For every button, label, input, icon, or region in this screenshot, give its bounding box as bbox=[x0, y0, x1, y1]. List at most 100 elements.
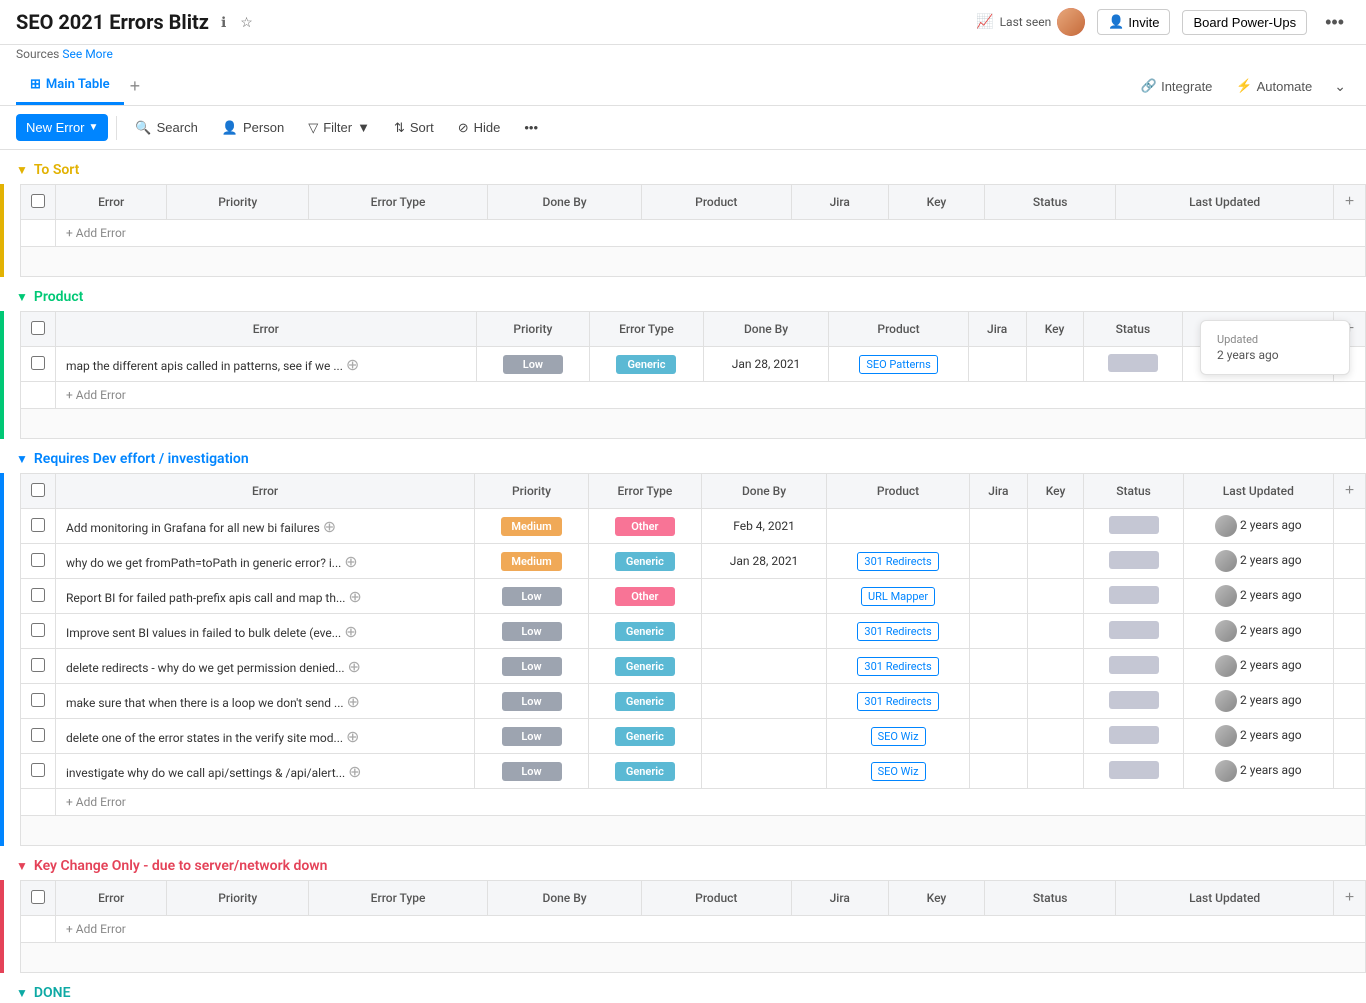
key-cell[interactable] bbox=[1027, 754, 1084, 789]
product-cell[interactable]: 301 Redirects bbox=[827, 544, 970, 579]
hide-button[interactable]: ⊘ Hide bbox=[448, 115, 511, 141]
jira-cell[interactable] bbox=[970, 509, 1028, 544]
add-error-row[interactable]: + Add Error bbox=[21, 789, 1366, 816]
product-link[interactable]: URL Mapper bbox=[861, 587, 935, 606]
priority-cell[interactable]: Low bbox=[475, 614, 589, 649]
group-header-product[interactable]: ▼ Product bbox=[0, 277, 1366, 311]
product-link[interactable]: 301 Redirects bbox=[857, 657, 938, 676]
product-cell[interactable]: URL Mapper bbox=[827, 579, 970, 614]
jira-cell[interactable] bbox=[970, 684, 1028, 719]
product-cell[interactable]: 301 Redirects bbox=[827, 649, 970, 684]
product-cell[interactable] bbox=[827, 509, 970, 544]
add-error-cell[interactable]: + Add Error bbox=[56, 916, 1366, 943]
priority-cell[interactable]: Low bbox=[475, 579, 589, 614]
add-error-row[interactable]: + Add Error bbox=[21, 220, 1366, 247]
error-type-cell[interactable]: Other bbox=[588, 509, 701, 544]
product-link[interactable]: SEO Wiz bbox=[871, 727, 926, 746]
automate-button[interactable]: ⚡ Automate bbox=[1230, 74, 1318, 98]
col-checkbox[interactable] bbox=[21, 881, 56, 916]
jira-cell[interactable] bbox=[970, 649, 1028, 684]
error-cell[interactable]: make sure that when there is a loop we d… bbox=[56, 684, 475, 719]
person-button[interactable]: 👤 Person bbox=[212, 115, 294, 141]
product-link[interactable]: 301 Redirects bbox=[857, 692, 938, 711]
toolbar-more-button[interactable]: ••• bbox=[514, 115, 548, 140]
status-cell[interactable] bbox=[1084, 614, 1183, 649]
product-cell[interactable]: 301 Redirects bbox=[827, 614, 970, 649]
priority-cell[interactable]: Low bbox=[475, 649, 589, 684]
priority-cell[interactable]: Low bbox=[475, 719, 589, 754]
row-add-icon[interactable]: ⊕ bbox=[344, 552, 357, 571]
error-type-cell[interactable]: Generic bbox=[588, 754, 701, 789]
jira-cell[interactable] bbox=[970, 614, 1028, 649]
error-type-cell[interactable]: Generic bbox=[588, 649, 701, 684]
jira-cell[interactable] bbox=[970, 544, 1028, 579]
collapse-button[interactable]: ⌄ bbox=[1330, 74, 1350, 99]
product-link[interactable]: SEO Patterns bbox=[859, 355, 937, 374]
search-button[interactable]: 🔍 Search bbox=[125, 115, 207, 141]
row-add-icon[interactable]: ⊕ bbox=[348, 587, 361, 606]
error-type-cell[interactable]: Other bbox=[588, 579, 701, 614]
row-add-icon[interactable]: ⊕ bbox=[344, 622, 357, 641]
status-cell[interactable] bbox=[1084, 649, 1183, 684]
jira-cell[interactable] bbox=[970, 719, 1028, 754]
status-cell[interactable] bbox=[1084, 544, 1183, 579]
error-cell[interactable]: investigate why do we call api/settings … bbox=[56, 754, 475, 789]
integrate-button[interactable]: 🔗 Integrate bbox=[1135, 74, 1219, 98]
board-powerups-button[interactable]: Board Power-Ups bbox=[1182, 10, 1307, 35]
error-type-cell[interactable]: Generic bbox=[588, 544, 701, 579]
main-table-tab[interactable]: ⊞ Main Table bbox=[16, 67, 124, 105]
error-cell[interactable]: delete redirects - why do we get permiss… bbox=[56, 649, 475, 684]
key-cell[interactable] bbox=[1027, 649, 1084, 684]
group-header-requires-dev[interactable]: ▼ Requires Dev effort / investigation bbox=[0, 439, 1366, 473]
row-checkbox[interactable] bbox=[21, 719, 56, 754]
error-cell[interactable]: map the different apis called in pattern… bbox=[56, 347, 477, 382]
status-cell[interactable] bbox=[1084, 684, 1183, 719]
info-icon-btn[interactable]: ℹ bbox=[217, 12, 230, 33]
error-type-cell[interactable]: Generic bbox=[588, 719, 701, 754]
add-column-button[interactable]: + bbox=[1345, 889, 1354, 907]
see-more-link[interactable]: See More bbox=[62, 47, 112, 61]
key-cell[interactable] bbox=[1027, 579, 1084, 614]
priority-cell[interactable]: Medium bbox=[475, 544, 589, 579]
row-checkbox[interactable] bbox=[21, 614, 56, 649]
jira-cell[interactable] bbox=[968, 347, 1026, 382]
status-cell[interactable] bbox=[1084, 579, 1183, 614]
status-cell[interactable] bbox=[1084, 719, 1183, 754]
jira-cell[interactable] bbox=[970, 754, 1028, 789]
key-cell[interactable] bbox=[1027, 544, 1084, 579]
error-cell[interactable]: why do we get fromPath=toPath in generic… bbox=[56, 544, 475, 579]
add-error-row[interactable]: + Add Error bbox=[21, 382, 1366, 409]
star-icon-btn[interactable]: ☆ bbox=[236, 12, 257, 33]
col-add[interactable]: + bbox=[1334, 185, 1366, 220]
col-checkbox[interactable] bbox=[21, 474, 56, 509]
product-link[interactable]: 301 Redirects bbox=[857, 622, 938, 641]
add-error-cell[interactable]: + Add Error bbox=[56, 382, 1366, 409]
more-options-button[interactable]: ••• bbox=[1319, 10, 1350, 35]
col-add[interactable]: + bbox=[1334, 881, 1366, 916]
error-cell[interactable]: Improve sent BI values in failed to bulk… bbox=[56, 614, 475, 649]
priority-cell[interactable]: Medium bbox=[475, 509, 589, 544]
error-cell[interactable]: Add monitoring in Grafana for all new bi… bbox=[56, 509, 475, 544]
new-error-button[interactable]: New Error ▼ bbox=[16, 114, 108, 141]
key-cell[interactable] bbox=[1027, 719, 1084, 754]
product-link[interactable]: SEO Wiz bbox=[871, 762, 926, 781]
error-cell[interactable]: delete one of the error states in the ve… bbox=[56, 719, 475, 754]
priority-cell[interactable]: Low bbox=[475, 684, 589, 719]
priority-cell[interactable]: Low bbox=[476, 347, 590, 382]
row-add-icon[interactable]: ⊕ bbox=[348, 762, 361, 781]
priority-cell[interactable]: Low bbox=[475, 754, 589, 789]
sort-button[interactable]: ⇅ Sort bbox=[384, 115, 444, 141]
key-cell[interactable] bbox=[1027, 684, 1084, 719]
error-type-cell[interactable]: Generic bbox=[588, 614, 701, 649]
status-cell[interactable] bbox=[1083, 347, 1183, 382]
col-checkbox[interactable] bbox=[21, 185, 56, 220]
key-cell[interactable] bbox=[1027, 614, 1084, 649]
add-error-cell[interactable]: + Add Error bbox=[56, 789, 1366, 816]
row-checkbox[interactable] bbox=[21, 754, 56, 789]
error-type-cell[interactable]: Generic bbox=[590, 347, 704, 382]
add-tab-button[interactable]: + bbox=[124, 68, 147, 105]
row-add-icon[interactable]: ⊕ bbox=[323, 517, 336, 536]
row-add-icon[interactable]: ⊕ bbox=[346, 727, 359, 746]
row-checkbox[interactable] bbox=[21, 649, 56, 684]
row-checkbox[interactable] bbox=[21, 509, 56, 544]
